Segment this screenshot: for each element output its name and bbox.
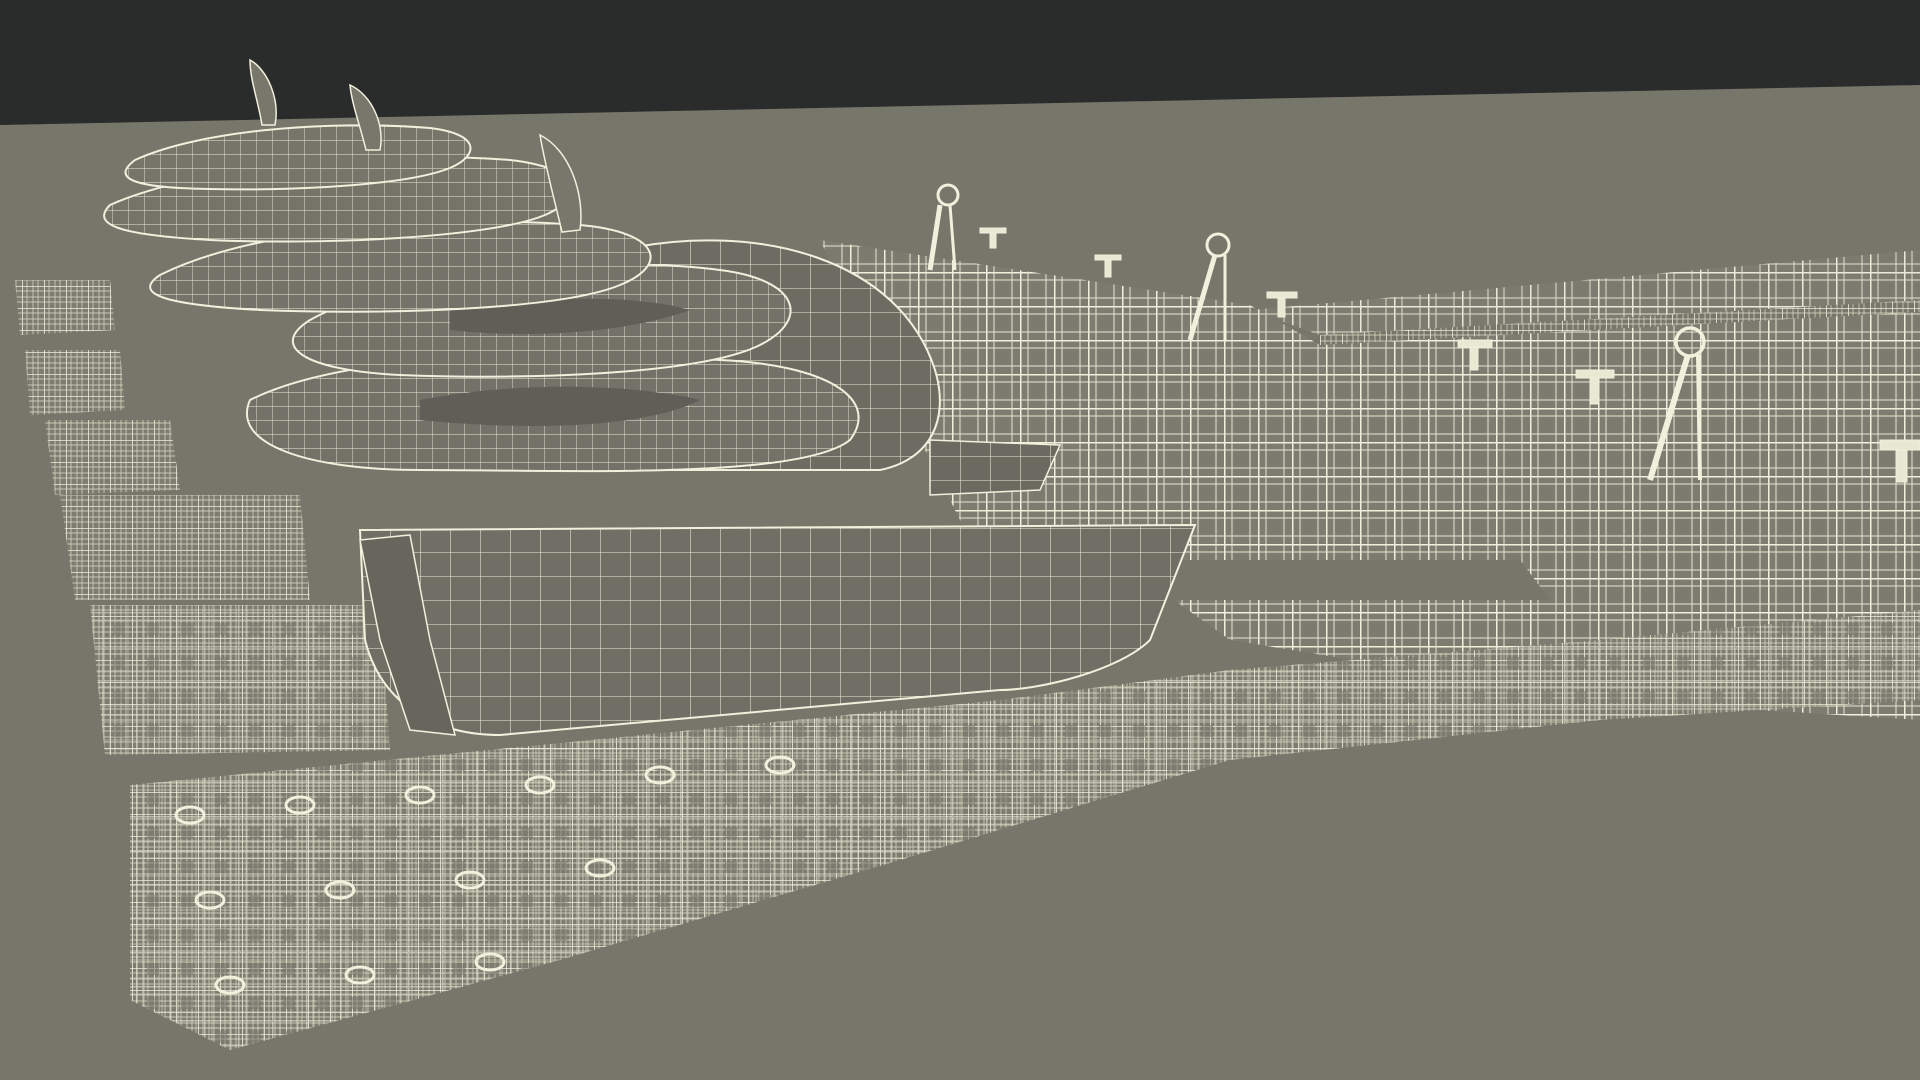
wireframe-scene: [0, 0, 1920, 1080]
render-viewport: [0, 0, 1920, 1080]
